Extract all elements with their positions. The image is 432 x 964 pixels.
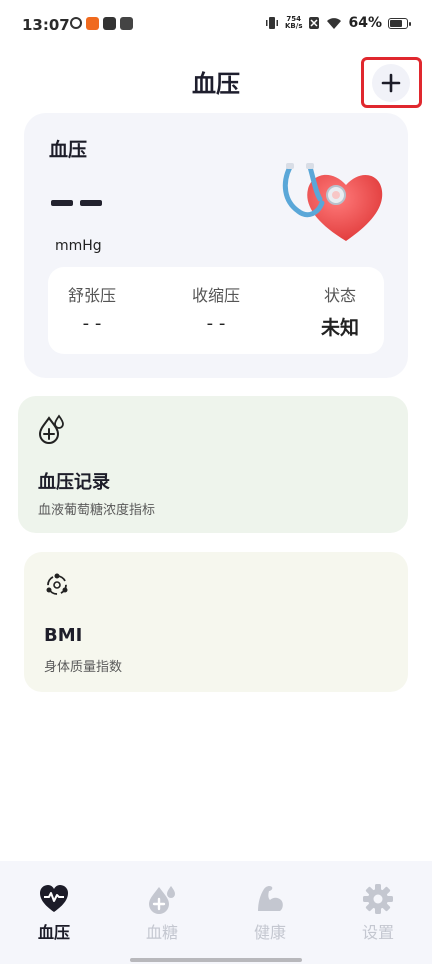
bp-card-title: 血压 xyxy=(49,139,88,161)
wifi-icon xyxy=(327,17,342,29)
drop-plus-icon xyxy=(38,414,64,444)
battery-percent: 64% xyxy=(348,15,382,31)
drop-plus-icon xyxy=(149,886,175,914)
gear-icon xyxy=(363,884,393,914)
blood-pressure-card[interactable]: 血压 mmHg 舒张压 - - 收缩压 - - 状态 未知 xyxy=(24,113,408,378)
net-speed-unit: KB/s xyxy=(285,22,303,30)
home-indicator[interactable] xyxy=(130,958,302,962)
bmi-cycle-icon xyxy=(46,573,68,595)
bp-record-subtitle: 血液葡萄糖浓度指标 xyxy=(38,503,156,518)
nav-label-blood-sugar: 血糖 xyxy=(145,923,178,942)
bp-value-empty xyxy=(51,181,123,221)
nav-item-blood-pressure[interactable]: 血压 xyxy=(19,883,89,943)
bp-stats-panel: 舒张压 - - 收缩压 - - 状态 未知 xyxy=(48,267,384,354)
vibrate-icon xyxy=(266,17,278,29)
bp-record-title: 血压记录 xyxy=(38,472,110,493)
bmi-subtitle: 身体质量指数 xyxy=(44,660,123,675)
systolic-value: - - xyxy=(206,313,226,334)
systolic-label: 收缩压 xyxy=(191,286,240,305)
notification-icons xyxy=(70,17,133,30)
bmi-title: BMI xyxy=(44,625,83,646)
systolic-stat: 收缩压 - - xyxy=(170,267,262,354)
bp-unit: mmHg xyxy=(55,238,102,254)
bottom-nav: 血压 血糖 健康 设置 xyxy=(0,861,432,964)
no-sim-icon xyxy=(309,17,320,29)
nav-item-settings[interactable]: 设置 xyxy=(343,883,413,943)
app-notification-icon xyxy=(70,17,82,29)
battery-icon xyxy=(388,17,411,29)
status-label: 状态 xyxy=(323,286,356,305)
diastolic-value: - - xyxy=(82,313,102,334)
nav-item-blood-sugar[interactable]: 血糖 xyxy=(127,883,197,943)
nav-item-health[interactable]: 健康 xyxy=(235,883,305,943)
heart-pulse-icon xyxy=(40,885,68,912)
bp-record-card[interactable]: 血压记录 血液葡萄糖浓度指标 xyxy=(18,396,408,533)
nav-label-health: 健康 xyxy=(253,923,286,942)
heart-stethoscope-icon xyxy=(282,163,383,241)
muscle-arm-icon xyxy=(258,885,283,911)
status-bar: 13:07 754 KB/s 64% xyxy=(0,0,432,50)
nav-label-settings: 设置 xyxy=(361,923,394,942)
play-icon xyxy=(103,17,116,30)
plus-icon xyxy=(381,73,401,93)
net-speed: 754 KB/s xyxy=(285,16,302,30)
diastolic-stat: 舒张压 - - xyxy=(48,267,136,354)
nav-label-blood-pressure: 血压 xyxy=(37,923,70,942)
status-time: 13:07 xyxy=(22,16,70,34)
taobao-icon xyxy=(86,17,99,30)
status-stat: 状态 未知 xyxy=(314,267,366,354)
status-right: 754 KB/s 64% xyxy=(265,15,411,31)
status-value: 未知 xyxy=(320,317,359,339)
bmi-card[interactable]: BMI 身体质量指数 xyxy=(24,552,408,692)
diastolic-label: 舒张压 xyxy=(67,286,116,305)
add-record-button[interactable] xyxy=(361,57,422,108)
add-button-circle[interactable] xyxy=(372,64,410,102)
message-icon xyxy=(120,17,133,30)
